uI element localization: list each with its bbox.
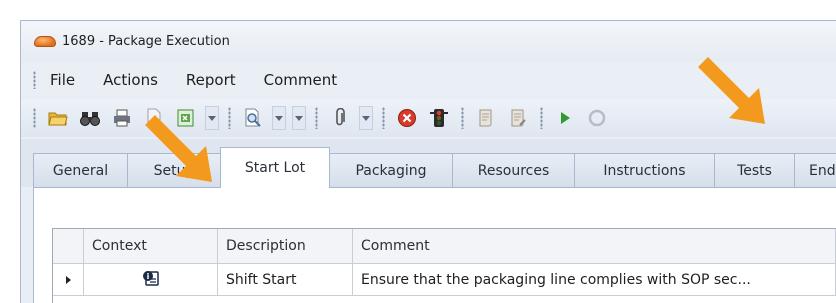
table-row[interactable]: i Shift Start Ensure that the packaging … [53, 264, 836, 296]
refresh-icon[interactable] [585, 106, 609, 130]
tab-start-lot[interactable]: Start Lot [220, 147, 330, 188]
window-title: 1689 - Package Execution [62, 33, 230, 49]
row-indicator-header [53, 229, 84, 264]
column-header-context[interactable]: Context [84, 229, 218, 264]
start-lot-panel: Context Description Comment i Shift Star… [33, 187, 836, 303]
row-selector-arrow-icon[interactable] [53, 264, 84, 296]
toolbar-separator [461, 107, 464, 129]
toolbar-separator [315, 107, 318, 129]
play-icon[interactable] [553, 106, 577, 130]
toolbar-grip[interactable] [33, 108, 36, 128]
tab-packaging[interactable]: Packaging [329, 153, 453, 187]
menu-report[interactable]: Report [186, 71, 236, 89]
scroll-document-icon[interactable] [474, 106, 498, 130]
tab-general[interactable]: General [33, 153, 128, 187]
print-preview-icon[interactable] [241, 106, 265, 130]
row-comment-cell[interactable]: Ensure that the packaging line complies … [353, 264, 836, 296]
preview-options-dropdown[interactable] [292, 106, 306, 130]
orange-arrow-icon [145, 115, 212, 182]
column-header-comment[interactable]: Comment [353, 229, 836, 264]
column-header-description[interactable]: Description [218, 229, 353, 264]
grid-header-row: Context Description Comment [53, 229, 836, 264]
info-note-icon: i [142, 269, 160, 291]
print-icon[interactable] [110, 106, 134, 130]
row-description-cell[interactable]: Shift Start [218, 264, 353, 296]
menu-file[interactable]: File [50, 71, 75, 89]
cancel-red-x-icon[interactable] [395, 106, 419, 130]
find-binoculars-icon[interactable] [78, 106, 102, 130]
tab-end[interactable]: End [794, 153, 836, 187]
menu-comment[interactable]: Comment [264, 71, 338, 89]
row-context-cell[interactable]: i [84, 264, 218, 296]
cloud-app-icon [34, 34, 56, 48]
toolbar-separator [540, 107, 543, 129]
scroll-edit-icon[interactable] [506, 106, 530, 130]
preview-dropdown[interactable] [272, 106, 286, 130]
menu-grip[interactable] [33, 71, 36, 89]
attachment-paperclip-icon[interactable] [328, 106, 352, 130]
open-folder-icon[interactable] [46, 106, 70, 130]
orange-arrow-icon [698, 57, 765, 124]
svg-text:i: i [146, 272, 149, 281]
toolbar-separator [228, 107, 231, 129]
traffic-light-icon[interactable] [427, 106, 451, 130]
tab-tests[interactable]: Tests [714, 153, 795, 187]
tab-instructions[interactable]: Instructions [574, 153, 715, 187]
menu-actions[interactable]: Actions [103, 71, 158, 89]
toolbar-separator [382, 107, 385, 129]
attachment-dropdown[interactable] [359, 106, 373, 130]
comments-grid: Context Description Comment i Shift Star… [52, 228, 836, 303]
tab-resources[interactable]: Resources [452, 153, 575, 187]
